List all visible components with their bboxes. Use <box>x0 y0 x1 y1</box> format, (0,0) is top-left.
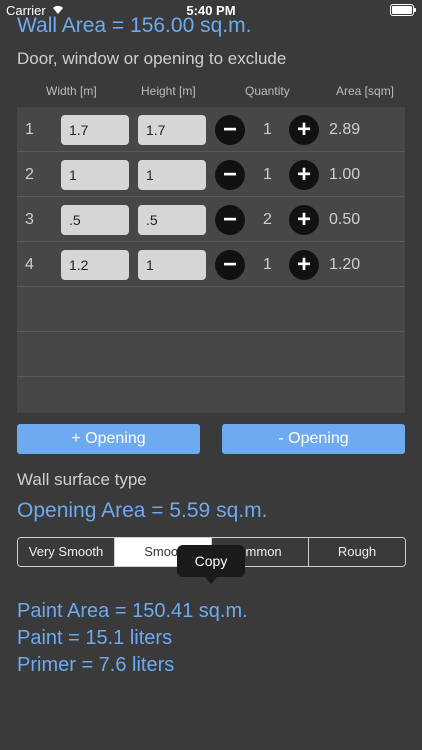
increase-quantity-button[interactable]: + <box>289 160 319 190</box>
opening-area-label: Opening Area = 5.59 sq.m. <box>17 499 268 522</box>
column-area-header: Area [sqm] <box>336 84 395 98</box>
table-row: 4 − 1 + 1.20 <box>17 242 405 287</box>
minus-icon: − <box>222 116 237 143</box>
copy-tooltip[interactable]: Copy <box>177 545 245 584</box>
quantity-value: 2 <box>263 211 272 228</box>
decrease-quantity-button[interactable]: − <box>215 160 245 190</box>
column-quantity-header: Quantity <box>245 84 290 98</box>
wall-area-label: Wall Area = 156.00 sq.m. <box>17 14 252 37</box>
plus-icon: + <box>296 161 311 188</box>
minus-icon: − <box>222 161 237 188</box>
surface-rough[interactable]: Rough <box>309 538 405 566</box>
height-input[interactable] <box>138 205 206 235</box>
width-input[interactable] <box>61 205 129 235</box>
area-value: 1.00 <box>329 166 361 183</box>
plus-icon: + <box>296 251 311 278</box>
quantity-value: 1 <box>263 256 272 273</box>
table-row-empty <box>17 287 405 332</box>
surface-very-smooth[interactable]: Very Smooth <box>18 538 115 566</box>
table-row: 2 − 1 + 1.00 <box>17 152 405 197</box>
add-opening-button[interactable]: + Opening <box>17 424 200 454</box>
minus-icon: − <box>222 206 237 233</box>
battery-icon <box>390 4 416 16</box>
area-value: 2.89 <box>329 121 361 138</box>
width-input[interactable] <box>61 160 129 190</box>
height-input[interactable] <box>138 250 206 280</box>
surface-type-label: Wall surface type <box>17 470 147 489</box>
plus-icon: + <box>296 206 311 233</box>
paint-result: Paint = 15.1 liters <box>17 627 173 649</box>
column-height-header: Height [m] <box>141 84 196 98</box>
row-index: 3 <box>25 211 34 228</box>
quantity-value: 1 <box>263 166 272 183</box>
table-row: 1 − 1 + 2.89 <box>17 107 405 152</box>
table-row-empty <box>17 332 405 377</box>
row-index: 4 <box>25 256 34 273</box>
area-value: 0.50 <box>329 211 361 228</box>
decrease-quantity-button[interactable]: − <box>215 250 245 280</box>
decrease-quantity-button[interactable]: − <box>215 205 245 235</box>
height-input[interactable] <box>138 115 206 145</box>
decrease-quantity-button[interactable]: − <box>215 115 245 145</box>
remove-opening-button[interactable]: - Opening <box>222 424 405 454</box>
row-index: 1 <box>25 121 34 138</box>
height-input[interactable] <box>138 160 206 190</box>
paint-area-result: Paint Area = 150.41 sq.m. <box>17 600 248 622</box>
increase-quantity-button[interactable]: + <box>289 115 319 145</box>
width-input[interactable] <box>61 250 129 280</box>
primer-result: Primer = 7.6 liters <box>17 654 175 676</box>
row-index: 2 <box>25 166 34 183</box>
area-value: 1.20 <box>329 256 361 273</box>
width-input[interactable] <box>61 115 129 145</box>
increase-quantity-button[interactable]: + <box>289 205 319 235</box>
minus-icon: − <box>222 251 237 278</box>
table-row-empty <box>17 377 405 422</box>
openings-table: 1 − 1 + 2.89 2 − 1 + 1.00 3 − 2 + 0.50 4… <box>17 107 405 413</box>
exclude-section-label: Door, window or opening to exclude <box>17 49 287 68</box>
quantity-value: 1 <box>263 121 272 138</box>
column-width-header: Width [m] <box>46 84 97 98</box>
increase-quantity-button[interactable]: + <box>289 250 319 280</box>
table-row: 3 − 2 + 0.50 <box>17 197 405 242</box>
plus-icon: + <box>296 116 311 143</box>
